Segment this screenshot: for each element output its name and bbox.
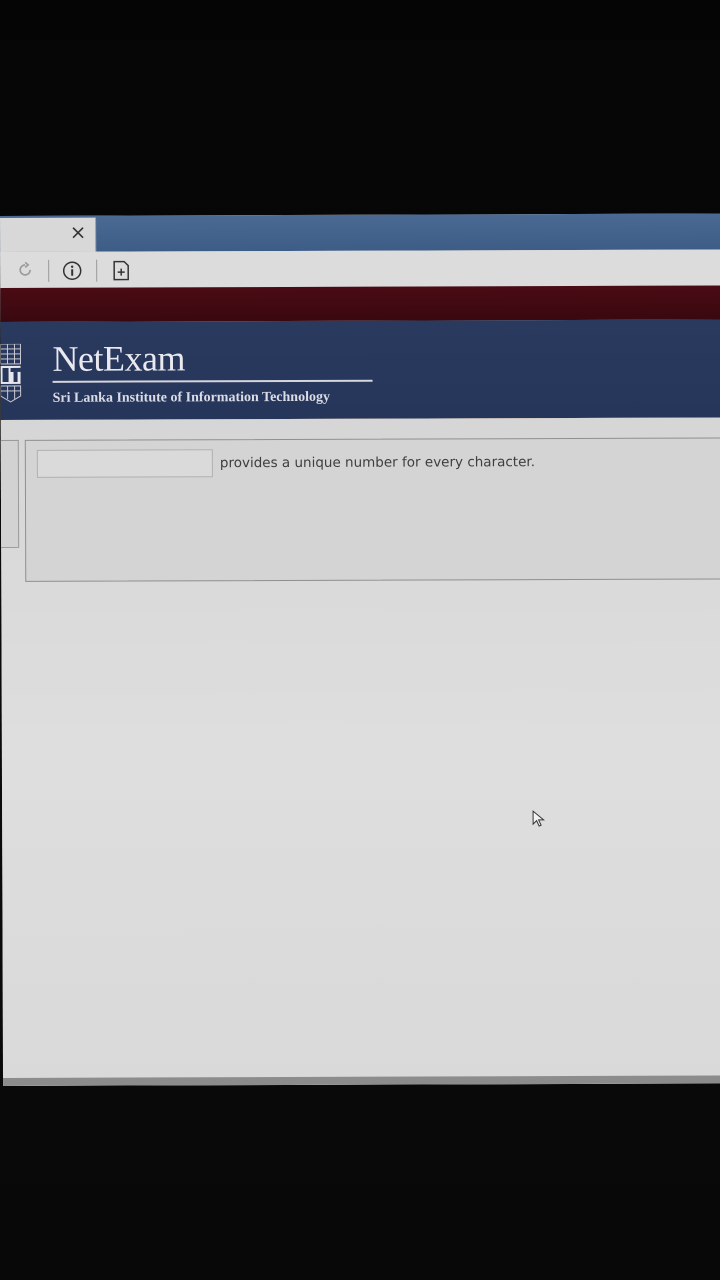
brand-underline	[52, 379, 373, 383]
browser-tab[interactable]	[0, 217, 97, 252]
info-icon[interactable]	[62, 261, 82, 281]
question-text: provides a unique number for every chara…	[219, 454, 536, 472]
photo-stage: NetExam Sri Lanka Institute of Informati…	[0, 0, 720, 1280]
sliit-emblem-icon	[0, 343, 22, 403]
main-content: provides a unique number for every chara…	[0, 417, 720, 1086]
window-bottom-edge	[3, 1075, 720, 1086]
address-bar	[0, 249, 720, 289]
mouse-cursor-icon	[532, 810, 545, 827]
address-divider	[96, 259, 98, 282]
browser-window: NetExam Sri Lanka Institute of Informati…	[0, 213, 720, 1086]
brand-subtitle: Sri Lanka Institute of Information Techn…	[52, 389, 330, 406]
page-icon[interactable]	[112, 260, 130, 281]
top-banner-band	[0, 285, 720, 322]
address-divider	[48, 259, 50, 282]
site-header: NetExam Sri Lanka Institute of Informati…	[0, 319, 720, 423]
question-nav-panel	[0, 439, 20, 549]
question-card: provides a unique number for every chara…	[24, 437, 720, 582]
tab-strip	[0, 213, 720, 252]
close-icon[interactable]	[71, 226, 85, 240]
answer-input[interactable]	[36, 449, 213, 478]
reload-icon[interactable]	[16, 261, 34, 279]
brand-title: NetExam	[52, 338, 186, 379]
